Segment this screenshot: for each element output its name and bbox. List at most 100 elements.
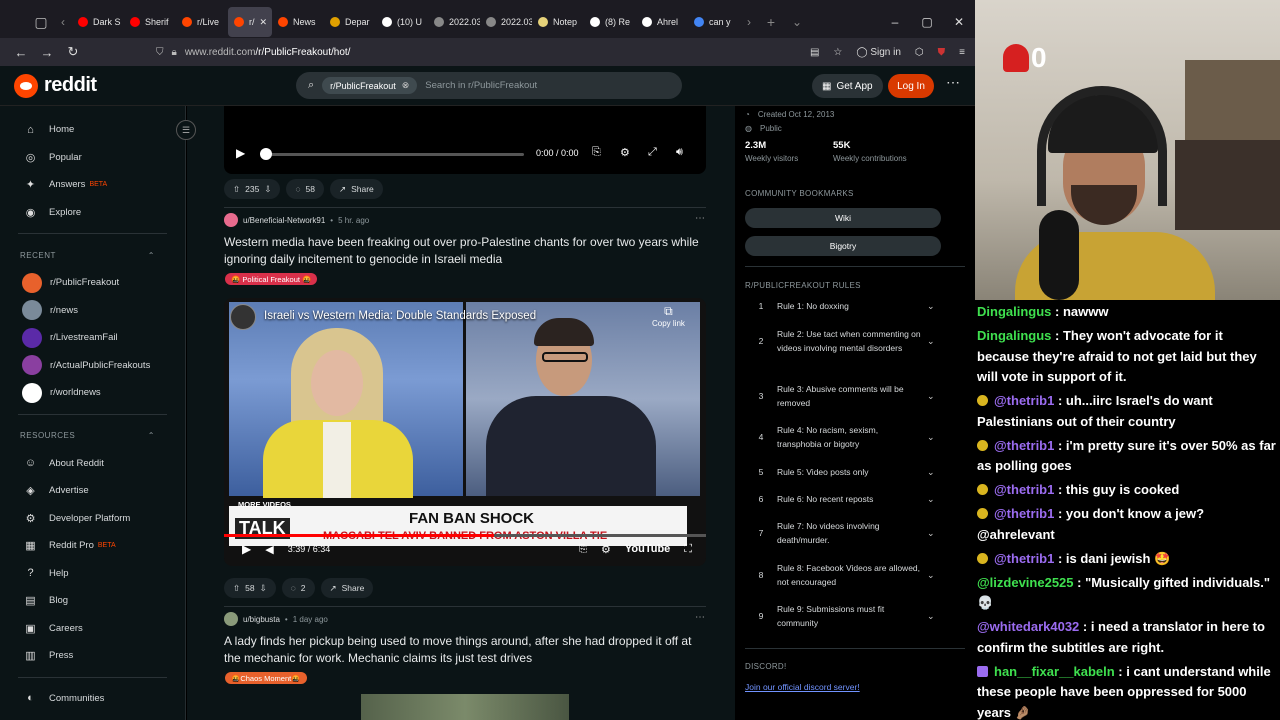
browser-tab[interactable]: Dark S [72, 7, 124, 37]
browser-tab[interactable]: 2022.03.1 [428, 7, 480, 37]
sidebar-item-answers[interactable]: ✦ Answers BETA [0, 171, 185, 199]
video-player[interactable]: ▶ 0:00 / 0:00 ⎘ ⚙ ⤢ 🔊︎ [224, 106, 706, 174]
embedded-video[interactable]: Israeli vs Western Media: Double Standar… [224, 298, 706, 566]
author-avatar[interactable] [224, 612, 238, 626]
copy-link-button[interactable]: ⧉ Copy link [652, 304, 685, 328]
address-bar[interactable]: ⛉ 🔒︎ www.reddit.com/r/PublicFreakout/hot/ [156, 47, 350, 58]
sidebar-item-home[interactable]: ⌂ Home [0, 116, 185, 144]
browser-tab[interactable]: (8) Re [584, 7, 636, 37]
resources-section-header[interactable]: RESOURCES ⌃ [0, 422, 185, 450]
rule-item[interactable]: 6 Rule 6: No recent reposts ⌄ [745, 493, 941, 507]
fullscreen-icon[interactable]: ⛶ [684, 543, 692, 556]
captions-icon[interactable]: ⎘ [579, 544, 587, 555]
chip-remove-icon[interactable]: ⊗ [402, 80, 410, 91]
forward-icon[interactable]: → [34, 45, 60, 60]
more-options-icon[interactable]: ⋯ [946, 74, 960, 91]
sidebar-item-recent[interactable]: r/news [0, 297, 185, 325]
sidebar-item-press[interactable]: ▥ Press [0, 642, 185, 670]
rule-item[interactable]: 3 Rule 3: Abusive comments will be remove… [745, 383, 941, 410]
rule-item[interactable]: 2 Rule 2: Use tact when commenting on vid… [745, 328, 941, 355]
back-icon[interactable]: ← [8, 45, 34, 60]
comments-button[interactable]: ◌ 58 [286, 179, 324, 199]
sidebar-item-about-reddit[interactable]: ☺ About Reddit [0, 450, 185, 478]
sidebar-item-careers[interactable]: ▣ Careers [0, 615, 185, 643]
video-title[interactable]: Israeli vs Western Media: Double Standar… [264, 310, 536, 322]
browser-tab[interactable]: Notep [532, 7, 584, 37]
tab-close-icon[interactable]: ✕ [260, 17, 268, 28]
browser-tab[interactable]: r/Live [176, 7, 228, 37]
rule-item[interactable]: 4 Rule 4: No racism, sexism, transphobia … [745, 424, 941, 451]
sidebar-item-explore[interactable]: ◉ Explore [0, 199, 185, 227]
tab-scroll-left-icon[interactable]: ‹ [54, 15, 72, 29]
minimize-icon[interactable]: – [879, 15, 911, 29]
sidebar-item-reddit-pro[interactable]: ▦ Reddit Pro BETA [0, 532, 185, 560]
reader-view-icon[interactable]: ▤ [810, 47, 819, 58]
reddit-logo[interactable]: reddit [14, 73, 97, 98]
sidebar-item-blog[interactable]: ▤ Blog [0, 587, 185, 615]
browser-tab[interactable]: 2022.03.1 [480, 7, 532, 37]
downvote-icon[interactable]: ⇩ [260, 583, 267, 594]
search-input[interactable]: Search in r/PublicFreakout [425, 80, 537, 91]
play-icon[interactable]: ▶ [236, 146, 245, 160]
recent-section-header[interactable]: RECENT ⌃ [0, 241, 185, 269]
sidebar-item-developer-platform[interactable]: ⚙ Developer Platform [0, 505, 185, 533]
sidebar-item-recent[interactable]: r/PublicFreakout [0, 269, 185, 297]
extensions-icon[interactable]: ⬡ [915, 47, 924, 58]
sidebar-item-recent[interactable]: r/LivestreamFail [0, 324, 185, 352]
downvote-icon[interactable]: ⇩ [264, 184, 271, 195]
settings-gear-icon[interactable]: ⚙ [620, 146, 630, 159]
subreddit-filter-chip[interactable]: r/PublicFreakout ⊗ [322, 77, 418, 94]
post-flair[interactable]: 🤬Chaos Moment🤬 [225, 672, 307, 684]
browser-tab[interactable]: r/ ✕ [228, 7, 272, 37]
discord-link[interactable]: Join our official discord server! [745, 682, 860, 692]
post-title[interactable]: Western media have been freaking out ove… [224, 234, 702, 267]
post-options-icon[interactable]: ⋯ [695, 213, 705, 224]
post-flair[interactable]: 🤬 Political Freakout 🤬 [225, 273, 318, 285]
log-in-button[interactable]: Log In [888, 74, 934, 98]
tab-scroll-right-icon[interactable]: › [740, 15, 758, 29]
post-media-thumbnail[interactable] [361, 694, 569, 720]
bookmark-star-icon[interactable]: ☆ [833, 47, 842, 58]
bookmark-wiki[interactable]: Wiki [745, 208, 941, 228]
ublock-icon[interactable]: ⛊ [938, 47, 946, 58]
sidebar-item-communities[interactable]: ◐ Communities [0, 685, 185, 713]
rule-item[interactable]: 9 Rule 9: Submissions must fit community ⌄ [745, 603, 941, 630]
seek-bar[interactable] [262, 153, 524, 156]
browser-tab[interactable]: Sherif [124, 7, 176, 37]
captions-icon[interactable]: ⎘ [592, 146, 601, 159]
author-avatar[interactable] [224, 213, 238, 227]
sidebar-item-help[interactable]: ? Help [0, 560, 185, 588]
reload-icon[interactable]: ↻ [60, 44, 86, 60]
browser-tab[interactable]: (10) U [376, 7, 428, 37]
search-bar[interactable]: ⌕ r/PublicFreakout ⊗ Search in r/PublicFr… [296, 72, 682, 99]
share-button[interactable]: ↗ Share [329, 179, 383, 199]
settings-gear-icon[interactable]: ⚙ [601, 543, 611, 556]
post-author[interactable]: u/Beneficial-Network91 [243, 216, 325, 225]
rule-item[interactable]: 5 Rule 5: Video posts only ⌄ [745, 466, 941, 480]
post-author[interactable]: u/bigbusta [243, 615, 280, 624]
bookmark-bigotry[interactable]: Bigotry [745, 236, 941, 256]
seek-handle[interactable] [260, 148, 272, 160]
fullscreen-icon[interactable]: ⤢ [648, 146, 657, 159]
sign-in-button[interactable]: ◯ Sign in [856, 47, 901, 58]
upvote-icon[interactable]: ⇧ [233, 583, 240, 594]
post-title[interactable]: A lady finds her pickup being used to mo… [224, 633, 702, 666]
rule-item[interactable]: 8 Rule 8: Facebook Videos are allowed, no… [745, 562, 941, 589]
collapse-sidebar-icon[interactable]: ☰ [176, 120, 196, 140]
volume-icon[interactable]: ◀︎ [265, 543, 273, 556]
channel-avatar[interactable] [230, 304, 256, 330]
more-videos-label[interactable]: MORE VIDEOS [238, 500, 291, 509]
sidebar-item-recent[interactable]: r/ActualPublicFreakouts [0, 352, 185, 380]
sidebar-item-recent[interactable]: r/worldnews [0, 379, 185, 407]
sidebar-item-popular[interactable]: ◎ Popular [0, 144, 185, 172]
rule-item[interactable]: 1 Rule 1: No doxxing ⌄ [745, 300, 941, 314]
tab-list-chevron-icon[interactable]: ⌄ [784, 15, 810, 29]
rule-item[interactable]: 7 Rule 7: No videos involving death/murde… [745, 520, 941, 547]
share-button[interactable]: ↗ Share [320, 578, 374, 598]
volume-icon[interactable]: 🔊︎ [676, 146, 683, 159]
new-tab-icon[interactable]: + [758, 14, 784, 30]
get-app-button[interactable]: ▦ Get App [812, 74, 883, 98]
sidebar-item-advertise[interactable]: ◈ Advertise [0, 477, 185, 505]
play-icon[interactable]: ▶ [242, 542, 251, 556]
video-progress-bar[interactable] [224, 534, 706, 537]
